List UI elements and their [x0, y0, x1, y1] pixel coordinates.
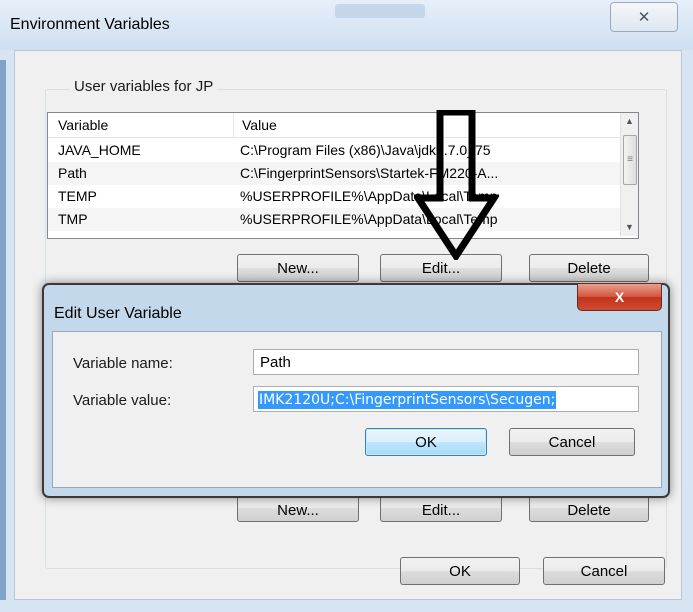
- scroll-down-icon[interactable]: ▼: [621, 219, 638, 236]
- column-header-value[interactable]: Value: [233, 113, 277, 137]
- system-new-button[interactable]: New...: [237, 494, 359, 522]
- close-icon: ✕: [637, 9, 651, 26]
- dialog-cancel-button[interactable]: Cancel: [509, 428, 635, 456]
- list-row[interactable]: JAVA_HOME C:\Program Files (x86)\Java\jd…: [48, 139, 620, 162]
- down-arrow-icon: [414, 110, 499, 260]
- variable-value-field[interactable]: IMK2120U;C:\FingerprintSensors\Secugen;: [253, 386, 639, 412]
- edit-user-variable-dialog: Edit User Variable X Variable name: Path…: [42, 283, 670, 498]
- dialog-client: Variable name: Path Variable value: IMK2…: [52, 331, 662, 488]
- row-variable: TMP: [58, 211, 88, 227]
- new-button[interactable]: New...: [237, 254, 359, 282]
- user-variables-list[interactable]: Variable Value JAVA_HOME C:\Program File…: [47, 112, 639, 239]
- variable-name-label: Variable name:: [73, 355, 173, 372]
- list-row[interactable]: Path C:\FingerprintSensors\Startek-FM220…: [48, 162, 620, 185]
- scroll-up-icon[interactable]: ▲: [621, 113, 638, 130]
- cancel-button[interactable]: Cancel: [543, 557, 665, 585]
- window-title: Environment Variables: [10, 16, 170, 33]
- dialog-title: Edit User Variable: [54, 305, 182, 322]
- close-icon: X: [614, 289, 625, 305]
- ok-button[interactable]: OK: [400, 557, 520, 585]
- dialog-ok-button[interactable]: OK: [365, 428, 487, 456]
- close-button[interactable]: ✕: [610, 2, 678, 32]
- column-header-variable[interactable]: Variable: [58, 117, 108, 133]
- title-blur: [335, 4, 425, 18]
- list-header: Variable Value: [48, 113, 620, 138]
- vertical-scrollbar[interactable]: ▲ ≡ ▼: [620, 113, 638, 236]
- system-delete-button[interactable]: Delete: [529, 494, 649, 522]
- variable-value-label: Variable value:: [73, 392, 172, 409]
- system-edit-button[interactable]: Edit...: [380, 494, 502, 522]
- variable-name-value: Path: [260, 354, 291, 371]
- scroll-thumb[interactable]: ≡: [623, 135, 637, 185]
- dialog-close-button[interactable]: X: [577, 283, 662, 311]
- window-edge: [0, 60, 6, 600]
- delete-button[interactable]: Delete: [529, 254, 649, 282]
- row-variable: TEMP: [58, 188, 97, 204]
- group-label: User variables for JP: [70, 78, 218, 95]
- list-row[interactable]: TEMP %USERPROFILE%\AppData\Local\Temp: [48, 185, 620, 208]
- row-variable: JAVA_HOME: [58, 142, 141, 158]
- variable-value-selected-text: IMK2120U;C:\FingerprintSensors\Secugen;: [258, 391, 557, 409]
- row-variable: Path: [58, 165, 87, 181]
- list-row[interactable]: TMP %USERPROFILE%\AppData\Local\Temp: [48, 208, 620, 231]
- variable-name-field[interactable]: Path: [253, 349, 639, 375]
